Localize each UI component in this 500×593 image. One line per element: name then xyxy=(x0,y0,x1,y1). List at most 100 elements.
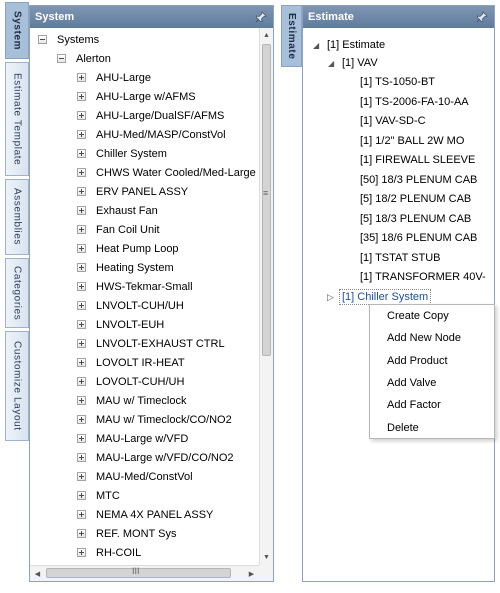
tab-assemblies[interactable]: Assemblies xyxy=(5,179,29,255)
minus-box-icon[interactable] xyxy=(38,35,47,44)
minus-box-icon[interactable] xyxy=(57,54,66,63)
tab-system[interactable]: System xyxy=(5,2,29,59)
tab-categories[interactable]: Categories xyxy=(5,258,29,328)
tree-node-vav-item[interactable]: [5] 18/3 PLENUM CAB xyxy=(356,210,471,228)
scroll-left-icon[interactable]: ◀ xyxy=(31,567,44,580)
tree-node-system-item[interactable]: LNVOLT-EXHAUST CTRL xyxy=(30,334,259,353)
tree-node-system-item[interactable]: AHU-Large w/AFMS xyxy=(30,87,259,106)
plus-box-icon[interactable] xyxy=(77,130,86,139)
tree-node-system-item[interactable]: MAU-Large w/VFD xyxy=(30,429,259,448)
plus-box-icon[interactable] xyxy=(77,301,86,310)
plus-box-icon[interactable] xyxy=(77,491,86,500)
tree-node-label: Heating System xyxy=(96,261,174,274)
tree-node-system-item[interactable]: MTC xyxy=(30,486,259,505)
plus-box-icon[interactable] xyxy=(77,111,86,120)
menu-item-create-copy[interactable]: Create Copy xyxy=(370,305,494,327)
plus-box-icon[interactable] xyxy=(77,548,86,557)
tree-node-system-item[interactable]: LOVOLT-CUH/UH xyxy=(30,372,259,391)
tree-node-estimate[interactable]: ◢ [1] Estimate xyxy=(313,36,385,54)
plus-box-icon[interactable] xyxy=(77,358,86,367)
tree-node-system-item[interactable]: LNVOLT-CUH/UH xyxy=(30,296,259,315)
plus-box-icon[interactable] xyxy=(77,529,86,538)
pin-icon[interactable] xyxy=(475,10,489,24)
tree-node-system-item[interactable]: NEMA 4X PANEL ASSY xyxy=(30,505,259,524)
triangle-expanded-icon[interactable]: ◢ xyxy=(313,41,323,50)
plus-box-icon[interactable] xyxy=(77,320,86,329)
tab-estimate-template[interactable]: Estimate Template xyxy=(5,62,29,176)
tree-node-label: MAU-Large w/VFD xyxy=(96,432,189,445)
tree-node-vav[interactable]: ◢ [1] VAV xyxy=(328,54,378,72)
scroll-right-icon[interactable]: ▶ xyxy=(245,567,258,580)
tree-node-system-item[interactable]: AHU-Large/DualSF/AFMS xyxy=(30,106,259,125)
menu-item-add-valve[interactable]: Add Valve xyxy=(370,372,494,394)
plus-box-icon[interactable] xyxy=(77,415,86,424)
tree-node-alerton[interactable]: Alerton xyxy=(30,49,259,68)
tree-node-system-item[interactable]: REF. MONT Sys xyxy=(30,524,259,543)
tree-node-system-item[interactable]: MAU w/ Timeclock/CO/NO2 xyxy=(30,410,259,429)
tab-estimate[interactable]: Estimate xyxy=(281,5,302,67)
plus-box-icon[interactable] xyxy=(77,206,86,215)
tab-customize-layout[interactable]: Customize Layout xyxy=(5,331,29,441)
tree-node-system-item[interactable]: Heating System xyxy=(30,258,259,277)
tree-node-system-item[interactable]: MAU w/ Timeclock xyxy=(30,391,259,410)
system-vertical-scrollbar[interactable]: ▲ ≡ ▼ xyxy=(259,28,273,565)
tree-node-label: [1] TRANSFORMER 40V- xyxy=(360,271,486,283)
scroll-thumb[interactable] xyxy=(262,44,271,356)
tree-node-vav-item[interactable]: [1] 1/2" BALL 2W MO xyxy=(356,132,464,150)
tree-node-vav-item[interactable]: [35] 18/6 PLENUM CAB xyxy=(356,229,477,247)
tree-node-vav-item[interactable]: [5] 18/2 PLENUM CAB xyxy=(356,190,471,208)
plus-box-icon[interactable] xyxy=(77,396,86,405)
tree-node-system-item[interactable]: MAU-Large w/VFD/CO/NO2 xyxy=(30,448,259,467)
plus-box-icon[interactable] xyxy=(77,244,86,253)
tree-node-system-item[interactable]: Chiller System xyxy=(30,144,259,163)
tree-node-label: LNVOLT-EUH xyxy=(96,318,165,331)
tree-node-system-item[interactable]: ERV PANEL ASSY xyxy=(30,182,259,201)
tree-node-system-item[interactable]: Exhaust Fan xyxy=(30,201,259,220)
tree-node-systems[interactable]: Systems xyxy=(30,30,259,49)
tree-node-label: [1] 1/2" BALL 2W MO xyxy=(360,134,465,147)
tab-label: Estimate xyxy=(286,12,297,60)
plus-box-icon[interactable] xyxy=(77,263,86,272)
tree-node-vav-item[interactable]: [1] VAV-SD-C xyxy=(356,112,426,130)
tree-node-system-item[interactable]: LOVOLT IR-HEAT xyxy=(30,353,259,372)
tree-node-label: [1] Estimate xyxy=(327,39,386,51)
tree-node-system-item[interactable]: AHU-Large xyxy=(30,68,259,87)
plus-box-icon[interactable] xyxy=(77,73,86,82)
menu-item-delete[interactable]: Delete xyxy=(370,416,494,438)
plus-box-icon[interactable] xyxy=(77,168,86,177)
tree-node-system-item[interactable]: Fan Coil Unit xyxy=(30,220,259,239)
plus-box-icon[interactable] xyxy=(77,510,86,519)
tree-node-system-item[interactable]: RH-COIL xyxy=(30,543,259,562)
tree-node-vav-item[interactable]: [50] 18/3 PLENUM CAB xyxy=(356,171,477,189)
plus-box-icon[interactable] xyxy=(77,187,86,196)
plus-box-icon[interactable] xyxy=(77,472,86,481)
plus-box-icon[interactable] xyxy=(77,339,86,348)
tree-node-system-item[interactable]: Heat Pump Loop xyxy=(30,239,259,258)
tree-node-vav-item[interactable]: [1] TS-1050-BT xyxy=(356,73,435,91)
plus-box-icon[interactable] xyxy=(77,225,86,234)
plus-box-icon[interactable] xyxy=(77,282,86,291)
menu-item-add-new-node[interactable]: Add New Node xyxy=(370,327,494,349)
tree-node-system-item[interactable]: CHWS Water Cooled/Med-Large xyxy=(30,163,259,182)
menu-item-add-product[interactable]: Add Product xyxy=(370,350,494,372)
plus-box-icon[interactable] xyxy=(77,377,86,386)
pin-icon[interactable] xyxy=(254,10,268,24)
scroll-down-icon[interactable]: ▼ xyxy=(260,551,273,564)
tree-node-vav-item[interactable]: [1] FIREWALL SLEEVE xyxy=(356,151,475,169)
triangle-expanded-icon[interactable]: ◢ xyxy=(328,59,338,68)
tree-node-system-item[interactable]: AHU-Med/MASP/ConstVol xyxy=(30,125,259,144)
tree-node-vav-item[interactable]: [1] TSTAT STUB xyxy=(356,249,440,267)
scroll-up-icon[interactable]: ▲ xyxy=(260,29,273,42)
plus-box-icon[interactable] xyxy=(77,434,86,443)
plus-box-icon[interactable] xyxy=(77,149,86,158)
plus-box-icon[interactable] xyxy=(77,92,86,101)
plus-box-icon[interactable] xyxy=(77,453,86,462)
menu-item-add-factor[interactable]: Add Factor xyxy=(370,394,494,416)
tree-node-vav-item[interactable]: [1] TS-2006-FA-10-AA xyxy=(356,93,469,111)
system-horizontal-scrollbar[interactable]: ◀ III ▶ xyxy=(30,565,259,581)
tree-node-system-item[interactable]: HWS-Tekmar-Small xyxy=(30,277,259,296)
tree-node-system-item[interactable]: LNVOLT-EUH xyxy=(30,315,259,334)
triangle-collapsed-icon[interactable]: ▷ xyxy=(327,292,337,303)
tree-node-vav-item[interactable]: [1] TRANSFORMER 40V- xyxy=(356,268,486,286)
tree-node-system-item[interactable]: MAU-Med/ConstVol xyxy=(30,467,259,486)
